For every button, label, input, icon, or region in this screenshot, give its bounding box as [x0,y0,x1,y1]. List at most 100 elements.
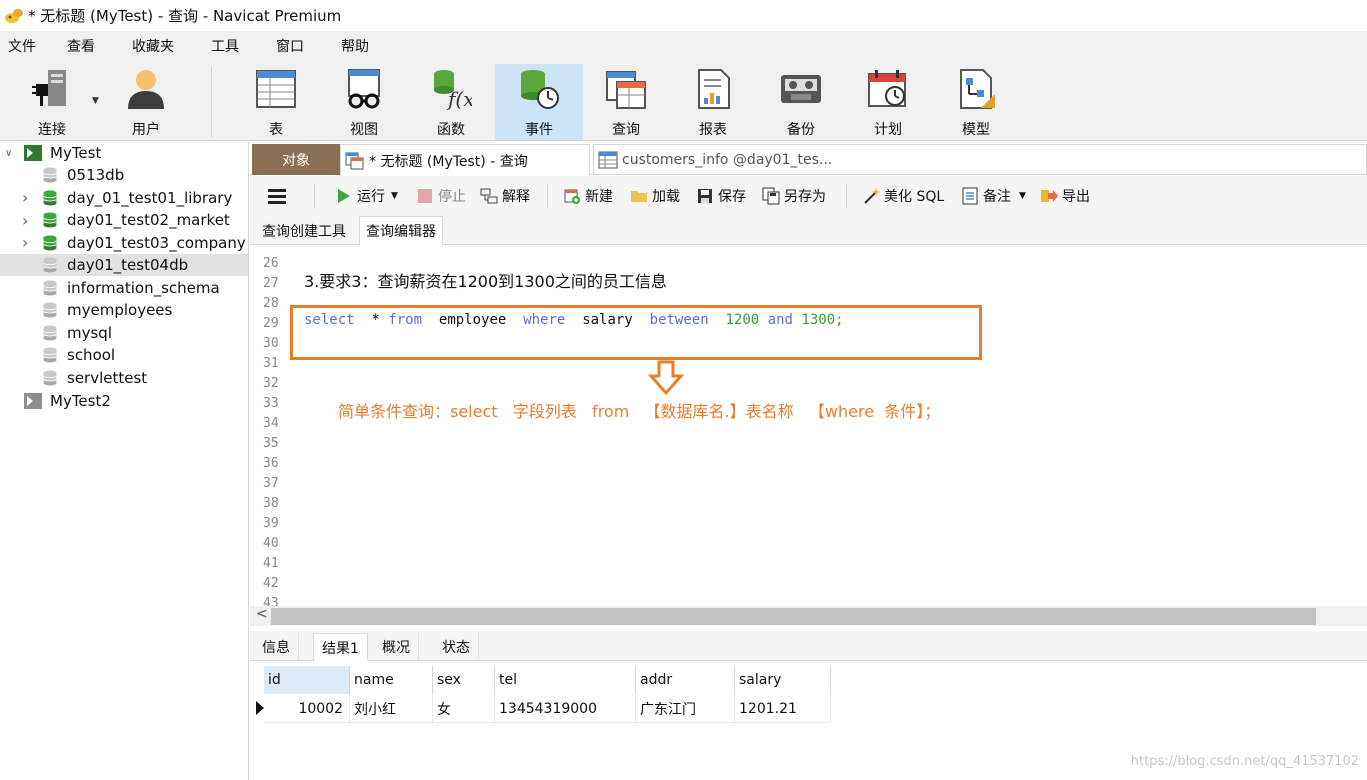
database-icon [43,325,57,340]
cell-id[interactable]: 10002 [264,695,350,723]
column-header-sex[interactable]: sex [433,666,495,694]
tab-query-builder[interactable]: 查询创建工具 [256,216,352,245]
editor-horizontal-scrollbar[interactable]: < [250,606,1367,626]
collapse-icon[interactable]: ∨ [5,148,12,159]
tree-database-item[interactable]: 0513db [0,164,248,186]
line-number: 41 [263,556,279,571]
backup-label: 备份 [787,122,815,138]
expand-icon[interactable]: › [22,233,28,252]
column-header-addr[interactable]: addr [636,666,735,694]
scrollbar-thumb[interactable] [271,608,1316,625]
comment-line: 3.要求3：查询薪资在1200到1300之间的员工信息 [304,272,667,291]
tree-connection-mytest2[interactable]: MyTest2 [0,390,248,412]
tree-database-item[interactable]: › day01_test03_company [0,232,248,254]
connect-dropdown-icon[interactable]: ▼ [92,96,99,106]
event-button[interactable]: 事件 [495,64,583,140]
line-number: 32 [263,376,279,391]
column-header-id[interactable]: id [264,666,350,694]
menu-help[interactable]: 帮助 [333,36,384,56]
view-button[interactable]: 视图 [337,64,391,140]
tab-objects[interactable]: 对象 [252,144,340,175]
run-button[interactable]: 运行 ▼ [335,185,398,207]
tree-database-item[interactable]: information_schema [0,277,248,299]
database-icon [43,190,57,205]
expand-icon[interactable]: › [22,211,28,230]
tab-table[interactable]: customers_info @day01_tes... [593,144,1367,175]
model-button[interactable]: 模型 [949,64,1003,140]
cell-tel[interactable]: 13454319000 [495,695,636,723]
menu-favorites[interactable]: 收藏夹 [124,36,189,56]
query-button[interactable]: 查询 [599,64,653,140]
expand-icon[interactable]: › [22,188,28,207]
user-button[interactable]: 用户 [118,64,174,140]
tree-database-item[interactable]: servlettest [0,367,248,389]
cell-sex[interactable]: 女 [433,695,495,723]
cell-addr[interactable]: 广东江门 [636,695,735,723]
database-icon [43,212,57,228]
tree-database-item[interactable]: day01_test04db [0,254,248,276]
load-button[interactable]: 加载 [630,185,680,207]
tree-database-item[interactable]: › day_01_test01_library [0,187,248,209]
menu-tools[interactable]: 工具 [203,36,254,56]
menu-file[interactable]: 文件 [0,36,51,56]
run-dropdown-icon[interactable]: ▼ [391,191,398,201]
tree-database-item[interactable]: myemployees [0,299,248,321]
line-number: 33 [263,396,279,411]
watermark: https://blog.csdn.net/qq_41537102 [1130,754,1359,769]
save-as-label: 另存为 [784,189,826,205]
tree-database-item[interactable]: › day01_test02_market [0,209,248,231]
save-as-button[interactable]: 另存为 [762,185,826,207]
connection-icon [24,145,42,161]
menu-window[interactable]: 窗口 [268,36,319,56]
explain-button[interactable]: 解释 [480,185,530,207]
main-toolbar: 连接 ▼ 用户 表 视图 f(函数 事件 查询 报表 备份 计划 模型 [0,61,1367,141]
report-button[interactable]: 报表 [686,64,740,140]
beautify-sql-button[interactable]: 美化 SQL [862,185,944,207]
database-icon [43,257,57,273]
cell-name[interactable]: 刘小红 [350,695,433,723]
cell-salary[interactable]: 1201.21 [735,695,831,723]
save-icon [696,187,714,205]
tree-database-label: day01_test03_company [67,233,246,252]
report-icon [690,66,736,112]
calendar-clock-icon [865,66,911,112]
backup-icon [778,66,824,112]
tab-query[interactable]: * 无标题 (MyTest) - 查询 [340,144,590,176]
scroll-left-icon[interactable]: < [256,606,268,622]
sql-editor[interactable]: 26 27 28 29 30 31 32 33 34 35 36 37 38 39 40 41 42 43 3.要… [250,246,1367,606]
current-row-pointer-icon [256,701,264,715]
line-number: 34 [263,416,279,431]
tab-result1[interactable]: 结果1 [313,633,368,661]
new-button[interactable]: 新建 [563,185,613,207]
tab-info[interactable]: 信息 [254,633,299,661]
tree-database-item[interactable]: mysql [0,322,248,344]
stop-button[interactable]: 停止 [416,185,466,207]
column-header-name[interactable]: name [350,666,433,694]
schedule-button[interactable]: 计划 [861,64,915,140]
tab-query-editor[interactable]: 查询编辑器 [359,216,443,245]
navicat-logo-icon [5,8,23,23]
event-icon [516,66,562,112]
export-button[interactable]: 导出 [1040,185,1090,207]
table-icon [253,66,299,112]
tab-status[interactable]: 状态 [434,633,479,661]
note-button[interactable]: 备注 ▼ [961,185,1026,207]
view-label: 视图 [350,122,378,138]
tree-database-item[interactable]: school [0,344,248,366]
tab-profile[interactable]: 概况 [374,633,419,661]
function-button[interactable]: f(x) 函数 [424,64,478,140]
database-icon [43,167,57,183]
save-button[interactable]: 保存 [696,185,746,207]
backup-button[interactable]: 备份 [774,64,828,140]
column-header-tel[interactable]: tel [495,666,636,694]
line-number: 35 [263,436,279,451]
hamburger-menu-icon[interactable] [268,185,286,207]
connect-button[interactable]: 连接 [24,64,80,140]
tab-table-label: customers_info @day01_tes... [622,151,833,168]
table-button[interactable]: 表 [249,64,303,140]
note-dropdown-icon[interactable]: ▼ [1019,191,1026,201]
menu-view[interactable]: 查看 [59,36,110,56]
tree-connection-mytest[interactable]: ∨ MyTest [0,142,248,164]
database-icon [43,280,57,295]
column-header-salary[interactable]: salary [735,666,831,694]
